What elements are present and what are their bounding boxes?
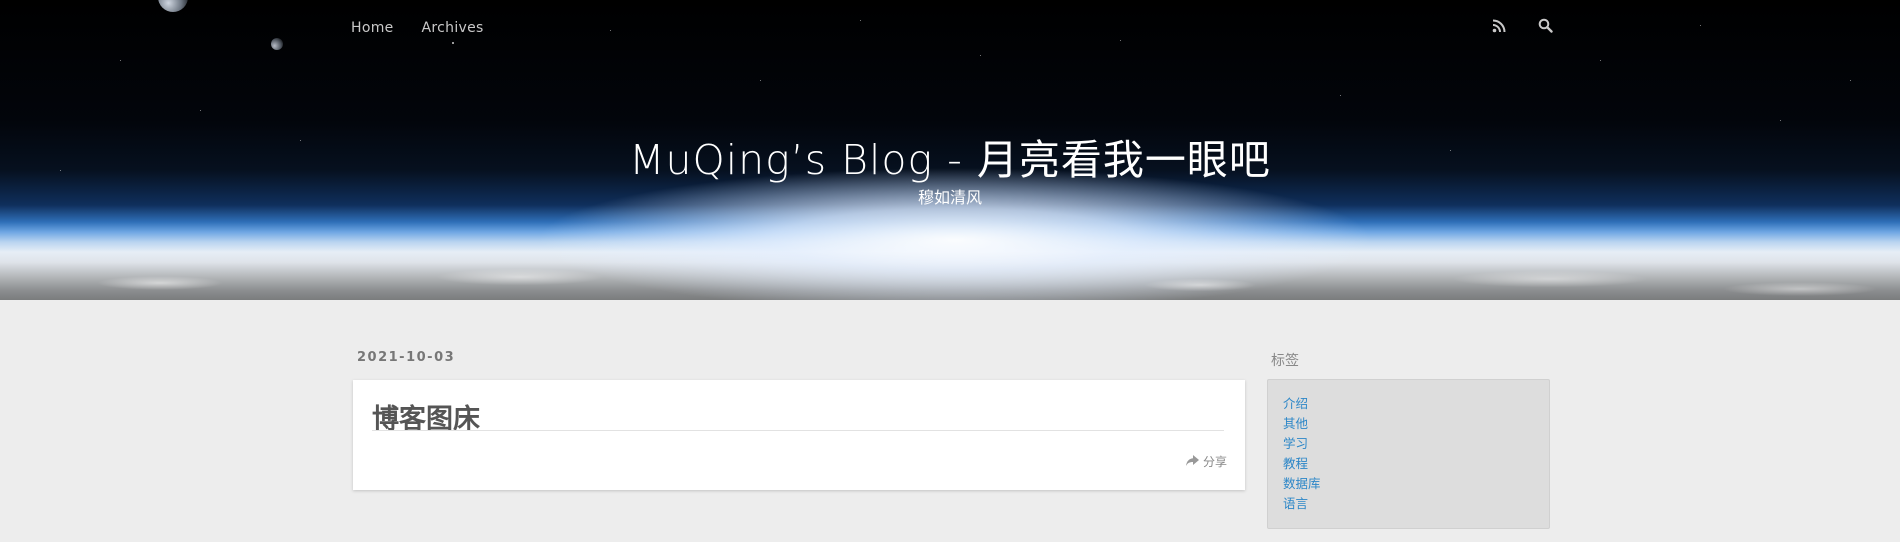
star	[1340, 95, 1341, 96]
star	[452, 42, 454, 44]
tag-list: 介绍 其他 学习 教程 数据库 语言	[1267, 379, 1550, 529]
tag-link[interactable]: 数据库	[1283, 474, 1549, 494]
tag-link[interactable]: 其他	[1283, 414, 1549, 434]
planet	[271, 38, 283, 50]
sidebar-title: 标签	[1271, 353, 1299, 369]
post-card: 博客图床 分享	[353, 380, 1245, 490]
site-title[interactable]: MuQing’s Blog - 月亮看我一眼吧	[0, 126, 1900, 186]
share-button[interactable]: 分享	[1185, 453, 1227, 470]
post-date: 2021-10-03	[357, 350, 456, 365]
search-icon[interactable]	[1538, 18, 1554, 34]
nav-icons	[1492, 18, 1554, 34]
nav-archives-link[interactable]: Archives	[422, 20, 484, 36]
share-label: 分享	[1202, 455, 1227, 469]
site-subtitle: 穆如清风	[917, 188, 982, 207]
star	[860, 20, 861, 21]
tag-link[interactable]: 语言	[1283, 494, 1549, 514]
earth-clouds	[0, 255, 1900, 300]
star	[120, 60, 121, 61]
share-icon	[1185, 454, 1199, 469]
star	[1700, 25, 1701, 26]
header-banner: Home Archives MuQing’s Blog - 月亮看我一眼吧 穆如…	[0, 0, 1900, 300]
star	[1850, 80, 1851, 81]
main-nav: Home Archives	[351, 20, 484, 36]
nav-home-link[interactable]: Home	[351, 20, 394, 36]
star	[1120, 40, 1121, 41]
star	[610, 30, 611, 31]
star	[200, 110, 201, 111]
rss-icon[interactable]	[1492, 18, 1508, 34]
tag-link[interactable]: 教程	[1283, 454, 1549, 474]
star	[980, 55, 981, 56]
planet	[158, 0, 188, 12]
star	[760, 80, 761, 81]
star	[1780, 120, 1781, 121]
post-divider	[372, 430, 1224, 431]
star	[1600, 60, 1601, 61]
tag-link[interactable]: 学习	[1283, 434, 1549, 454]
tag-link[interactable]: 介绍	[1283, 394, 1549, 414]
